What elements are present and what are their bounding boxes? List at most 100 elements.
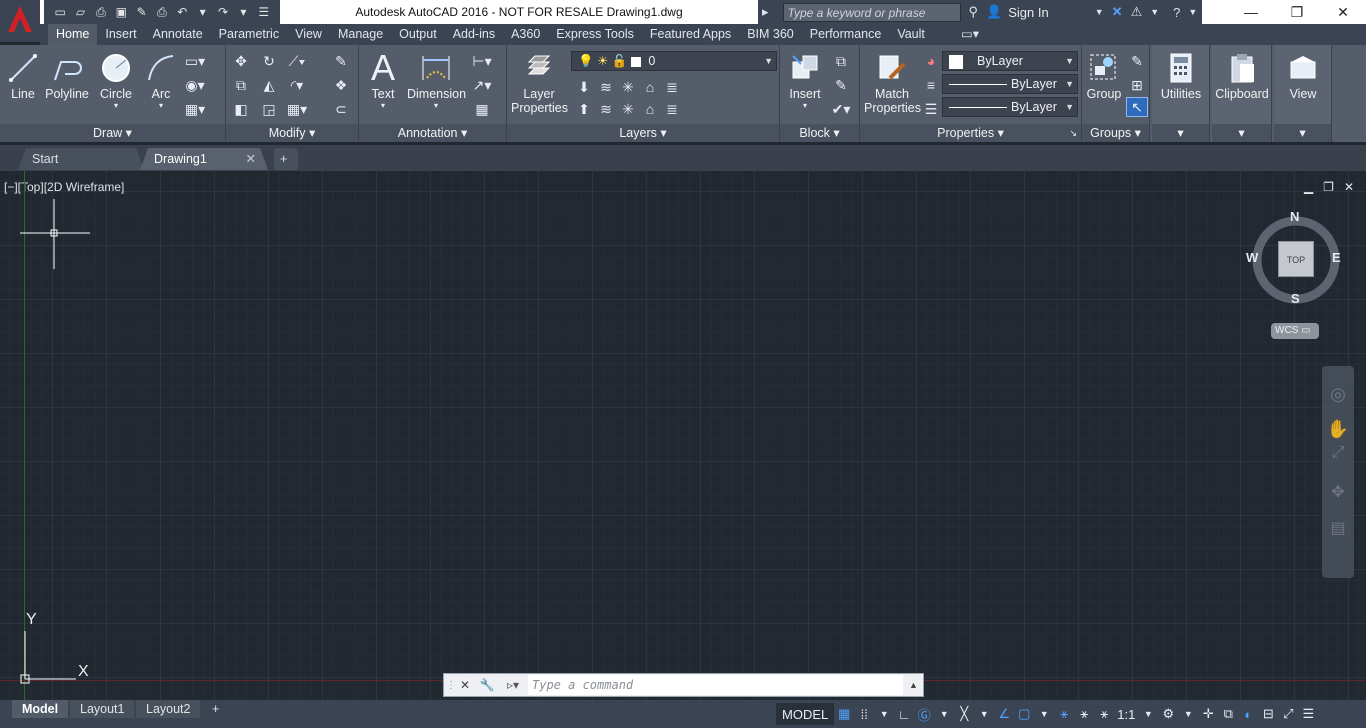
help-icon[interactable]: ? — [1173, 5, 1180, 20]
dialog-launcher-icon[interactable]: ↘ — [1069, 124, 1077, 142]
stay-connected-dropdown-icon[interactable]: ▼ — [1150, 7, 1159, 17]
save-as-icon[interactable]: ✎ — [131, 1, 151, 23]
a360-icon[interactable]: ⚠ — [1131, 4, 1143, 20]
new-icon[interactable]: ▭ — [50, 1, 70, 23]
polar-dropdown-icon[interactable]: ▼ — [934, 703, 954, 725]
clipboard-expand-icon[interactable]: ▾ — [1212, 124, 1271, 142]
dimension-button[interactable]: Dimension ▾ — [407, 49, 466, 110]
redo-icon[interactable]: ↷ — [213, 1, 233, 23]
tab-manage[interactable]: Manage — [330, 24, 391, 45]
color-dropdown[interactable]: ByLayer ▼ — [942, 51, 1078, 71]
polyline-button[interactable]: Polyline — [44, 49, 90, 101]
lineweight-dropdown[interactable]: ByLayer ▼ — [942, 97, 1078, 117]
user-icon[interactable]: 👤 — [986, 4, 1002, 20]
utilities-button[interactable]: Utilities — [1152, 49, 1210, 101]
erase-icon[interactable]: ✎ — [330, 51, 352, 71]
viewport-minimize-icon[interactable]: ▁ — [1304, 180, 1313, 194]
rectangle-icon[interactable]: ▭▾ — [184, 51, 206, 71]
hatch-icon[interactable]: ◉▾ — [184, 75, 206, 95]
tab-parametric[interactable]: Parametric — [211, 24, 287, 45]
customize-qat-icon[interactable]: ☰ — [254, 1, 274, 23]
annotation-monitor-icon[interactable]: ✛ — [1198, 703, 1218, 725]
snap-dropdown-icon[interactable]: ▼ — [874, 703, 894, 725]
arc-button[interactable]: Arc ▾ — [142, 49, 180, 110]
tab-add-ins[interactable]: Add-ins — [445, 24, 503, 45]
layer-on-icon[interactable]: ⬆ — [573, 99, 595, 119]
wcs-menu[interactable]: WCS ▭ — [1271, 323, 1319, 339]
search-input[interactable]: Type a keyword or phrase — [782, 2, 961, 22]
viewcube-top-face[interactable]: TOP — [1278, 241, 1314, 277]
scale-icon[interactable]: ◲ — [258, 99, 280, 119]
table-icon[interactable]: ▦ — [471, 99, 493, 119]
grid-icon[interactable]: ▦ — [834, 703, 854, 725]
grip-icon[interactable]: ⋮ — [446, 680, 456, 691]
layer-freeze-icon[interactable]: ✳ — [617, 77, 639, 97]
clean-screen-icon[interactable]: ⤢ — [1278, 703, 1298, 725]
close-icon[interactable]: ✕ — [1320, 0, 1366, 24]
mirror-icon[interactable]: ◭ — [258, 75, 280, 95]
polar-icon[interactable]: Ⓖ — [914, 703, 934, 725]
workspace-gear-icon[interactable]: ⚙ — [1158, 703, 1178, 725]
layers-panel-title[interactable]: Layers ▾ — [507, 124, 779, 142]
groups-panel-title[interactable]: Groups ▾ — [1082, 124, 1149, 142]
undo-dropdown-icon[interactable]: ▾ — [193, 1, 213, 23]
edit-attributes-icon[interactable]: ✔▾ — [830, 99, 852, 119]
pan-icon[interactable]: ✋ — [1322, 419, 1354, 440]
layer-unlock-icon[interactable]: ⌂ — [639, 99, 661, 119]
tab-a360[interactable]: A360 — [503, 24, 548, 45]
graphics-performance-icon[interactable]: ⊟ — [1258, 703, 1278, 725]
application-menu-button[interactable] — [0, 0, 40, 42]
layer-match-icon[interactable]: ≋ — [595, 77, 617, 97]
compass-east[interactable]: E — [1332, 250, 1341, 265]
expand-arrow-icon[interactable]: ▸ — [762, 4, 769, 20]
help-dropdown-icon[interactable]: ▼ — [1188, 7, 1197, 17]
layer-merge-icon[interactable]: ≣ — [661, 99, 683, 119]
circle-button[interactable]: Circle ▾ — [98, 49, 134, 110]
orbit-icon[interactable]: ✥ — [1322, 482, 1354, 502]
viewport-controls-label[interactable]: [−][Top][2D Wireframe] — [4, 180, 124, 194]
rotate-icon[interactable]: ↻ — [258, 51, 280, 71]
tab-output[interactable]: Output — [391, 24, 445, 45]
zoom-extents-icon[interactable]: ⤢ — [1322, 444, 1354, 462]
ortho-icon[interactable]: ∟ — [894, 703, 914, 725]
block-panel-title[interactable]: Block ▾ — [780, 124, 859, 142]
tab-performance[interactable]: Performance — [802, 24, 890, 45]
fillet-icon[interactable]: ◜▾ — [286, 75, 308, 95]
properties-panel-title[interactable]: Properties ▾ ↘ — [860, 124, 1081, 142]
object-snap-dropdown-icon[interactable]: ▼ — [1034, 703, 1054, 725]
utilities-expand-icon[interactable]: ▾ — [1152, 124, 1209, 142]
object-snap-tracking-icon[interactable]: ∠ — [994, 703, 1014, 725]
layer-properties-button[interactable]: Layer Properties — [511, 49, 568, 115]
annotation-scale-icon[interactable]: ⚹ — [1094, 703, 1114, 725]
command-input[interactable]: Type a command — [528, 675, 903, 695]
layer-dropdown[interactable]: 💡 ☀ 🔓 0 ▼ — [571, 51, 777, 71]
showmotion-icon[interactable]: ▤ — [1322, 518, 1354, 538]
open-sheet-icon[interactable]: ⎙ — [91, 1, 111, 23]
viewport-close-icon[interactable]: ✕ — [1344, 180, 1354, 194]
snap-icon[interactable]: ⁞⁞ — [854, 703, 874, 725]
view-expand-icon[interactable]: ▾ — [1274, 124, 1331, 142]
binoculars-icon[interactable]: ⚲ — [969, 4, 979, 20]
group-selection-icon[interactable]: ↖ — [1126, 97, 1148, 117]
view-button[interactable]: View — [1274, 49, 1332, 101]
viewcube[interactable]: TOP N S E W — [1243, 207, 1349, 313]
save-icon[interactable]: ▣ — [111, 1, 131, 23]
linetype-dropdown[interactable]: ByLayer ▼ — [942, 74, 1078, 94]
undo-icon[interactable]: ↶ — [172, 1, 192, 23]
create-block-icon[interactable]: ⧉ — [830, 51, 852, 71]
command-history-icon[interactable]: ▲ — [909, 680, 923, 690]
tab-layout1[interactable]: Layout1 — [70, 700, 135, 718]
region-icon[interactable]: ▦▾ — [184, 99, 206, 119]
command-prompt-icon[interactable]: ▹▾ — [498, 678, 528, 692]
ribbon-minimize-icon[interactable]: ▭▾ — [953, 24, 987, 45]
layer-copy-icon[interactable]: ≣ — [661, 77, 683, 97]
layer-previous-icon[interactable]: ≋ — [595, 99, 617, 119]
draw-panel-title[interactable]: Draw ▾ — [0, 124, 225, 142]
explode-icon[interactable]: ❖ — [330, 75, 352, 95]
restore-icon[interactable]: ❐ — [1274, 0, 1320, 24]
stretch-icon[interactable]: ◧ — [230, 99, 252, 119]
modify-panel-title[interactable]: Modify ▾ — [226, 124, 358, 142]
tab-express-tools[interactable]: Express Tools — [548, 24, 642, 45]
layer-off-icon[interactable]: ⬇ — [573, 77, 595, 97]
tab-start[interactable]: Start — [18, 148, 144, 170]
